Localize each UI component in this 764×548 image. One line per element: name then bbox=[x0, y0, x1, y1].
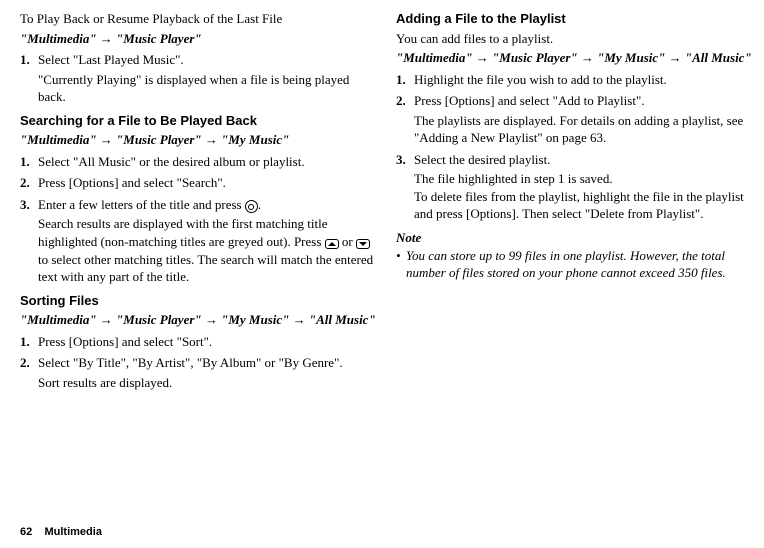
step-text-part: Enter a few letters of the title and pre… bbox=[38, 197, 245, 212]
page-footer: 62 Multimedia bbox=[20, 525, 102, 540]
section-title-add-playlist: Adding a File to the Playlist bbox=[396, 10, 754, 28]
note-text: You can store up to 99 files in one play… bbox=[406, 247, 754, 282]
step-number: 2. bbox=[396, 92, 414, 110]
step-number: 1. bbox=[396, 71, 414, 89]
step: 1. Select "Last Played Music". bbox=[20, 51, 378, 69]
step-number: 2. bbox=[20, 354, 38, 372]
section-intro: You can add files to a playlist. bbox=[396, 30, 754, 48]
step-extra: The playlists are displayed. For details… bbox=[414, 112, 754, 147]
center-key-icon bbox=[245, 200, 258, 213]
step: 2. Press [Options] and select "Search". bbox=[20, 174, 378, 192]
step-extra: "Currently Playing" is displayed when a … bbox=[38, 71, 378, 106]
step-extra-part: Search results are displayed with the fi… bbox=[38, 216, 328, 249]
step: 3. Select the desired playlist. bbox=[396, 151, 754, 169]
step-number: 3. bbox=[396, 151, 414, 169]
step-number: 1. bbox=[20, 333, 38, 351]
page-number: 62 bbox=[20, 526, 32, 538]
step-text: Select "All Music" or the desired album … bbox=[38, 153, 378, 171]
step: 3. Enter a few letters of the title and … bbox=[20, 196, 378, 214]
step-number: 3. bbox=[20, 196, 38, 214]
nav-down-icon bbox=[356, 239, 370, 249]
bullet-icon: • bbox=[396, 247, 406, 282]
step-extra: Search results are displayed with the fi… bbox=[38, 215, 378, 285]
step: 1. Highlight the file you wish to add to… bbox=[396, 71, 754, 89]
step-number: 1. bbox=[20, 51, 38, 69]
step-number: 2. bbox=[20, 174, 38, 192]
step-text-part: . bbox=[258, 197, 261, 212]
step-text: Select "By Title", "By Artist", "By Albu… bbox=[38, 354, 378, 372]
step: 1. Press [Options] and select "Sort". bbox=[20, 333, 378, 351]
footer-section: Multimedia bbox=[44, 526, 101, 538]
section-title-playback: To Play Back or Resume Playback of the L… bbox=[20, 10, 378, 28]
step-text: Highlight the file you wish to add to th… bbox=[414, 71, 754, 89]
step-number: 1. bbox=[20, 153, 38, 171]
nav-path-search: "Multimedia" → "Music Player" → "My Musi… bbox=[20, 131, 378, 149]
nav-up-icon bbox=[325, 239, 339, 249]
note-label: Note bbox=[396, 229, 754, 247]
nav-path-playback: "Multimedia" → "Music Player" bbox=[20, 30, 378, 48]
step: 1. Select "All Music" or the desired alb… bbox=[20, 153, 378, 171]
nav-path-sort: "Multimedia" → "Music Player" → "My Musi… bbox=[20, 311, 378, 329]
step-text: Press [Options] and select "Search". bbox=[38, 174, 378, 192]
step-extra: Sort results are displayed. bbox=[38, 374, 378, 392]
page: To Play Back or Resume Playback of the L… bbox=[0, 0, 764, 548]
right-column: Adding a File to the Playlist You can ad… bbox=[396, 8, 754, 540]
step: 2. Press [Options] and select "Add to Pl… bbox=[396, 92, 754, 110]
step-text: Press [Options] and select "Add to Playl… bbox=[414, 92, 754, 110]
step-extra-part: to select other matching titles. The sea… bbox=[38, 252, 373, 285]
step-extra: The file highlighted in step 1 is saved.… bbox=[414, 170, 754, 223]
nav-path-add-playlist: "Multimedia" → "Music Player" → "My Musi… bbox=[396, 49, 754, 67]
left-column: To Play Back or Resume Playback of the L… bbox=[20, 8, 378, 540]
step-text: Select "Last Played Music". bbox=[38, 51, 378, 69]
step-text: Press [Options] and select "Sort". bbox=[38, 333, 378, 351]
step-text: Select the desired playlist. bbox=[414, 151, 754, 169]
note-body: • You can store up to 99 files in one pl… bbox=[396, 247, 754, 282]
section-title-search: Searching for a File to Be Played Back bbox=[20, 112, 378, 130]
step: 2. Select "By Title", "By Artist", "By A… bbox=[20, 354, 378, 372]
step-extra-part: or bbox=[339, 234, 356, 249]
section-title-sort: Sorting Files bbox=[20, 292, 378, 310]
step-text: Enter a few letters of the title and pre… bbox=[38, 196, 378, 214]
